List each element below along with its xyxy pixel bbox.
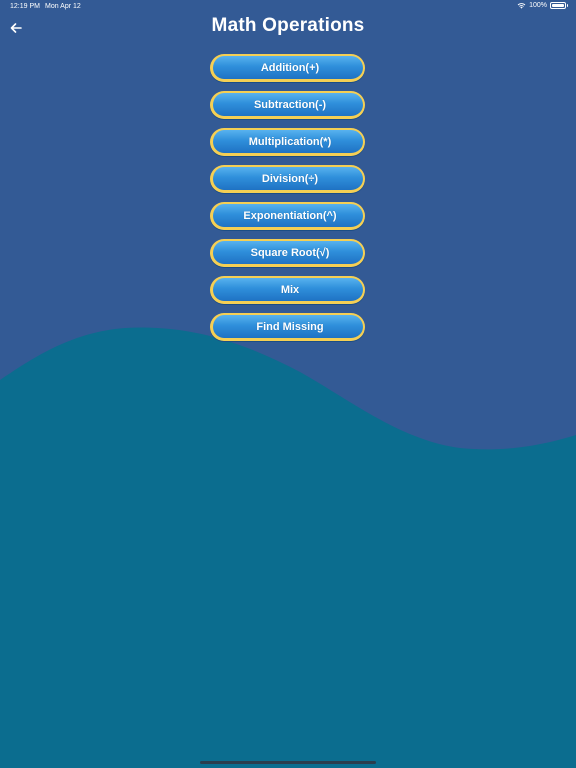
addition-button[interactable]: Addition(+) bbox=[210, 54, 365, 82]
square-root-label: Square Root(√) bbox=[250, 246, 330, 259]
home-indicator[interactable] bbox=[200, 761, 376, 764]
subtraction-button[interactable]: Subtraction(-) bbox=[210, 91, 365, 119]
status-bar: 12:19 PM Mon Apr 12 100% bbox=[0, 0, 576, 14]
exponentiation-button[interactable]: Exponentiation(^) bbox=[210, 202, 365, 230]
exponentiation-label: Exponentiation(^) bbox=[243, 209, 337, 222]
subtraction-label: Subtraction(-) bbox=[253, 98, 327, 111]
find-missing-label: Find Missing bbox=[256, 320, 324, 333]
status-date: Mon Apr 12 bbox=[45, 3, 81, 10]
app-screen: 12:19 PM Mon Apr 12 100% Math Operations… bbox=[0, 0, 576, 768]
page-title: Math Operations bbox=[211, 15, 365, 36]
status-indicators: 100% bbox=[517, 2, 568, 9]
find-missing-button[interactable]: Find Missing bbox=[210, 313, 365, 341]
division-button[interactable]: Division(÷) bbox=[210, 165, 365, 193]
multiplication-button[interactable]: Multiplication(*) bbox=[210, 128, 365, 156]
wifi-icon bbox=[517, 3, 526, 9]
mix-label: Mix bbox=[280, 283, 300, 296]
division-label: Division(÷) bbox=[261, 172, 319, 185]
mix-button[interactable]: Mix bbox=[210, 276, 365, 304]
battery-fill bbox=[552, 4, 564, 7]
battery-percent: 100% bbox=[529, 2, 547, 9]
square-root-button[interactable]: Square Root(√) bbox=[210, 239, 365, 267]
battery-icon bbox=[550, 2, 568, 9]
addition-label: Addition(+) bbox=[260, 61, 320, 74]
multiplication-label: Multiplication(*) bbox=[248, 135, 332, 148]
status-time: 12:19 PM bbox=[10, 3, 40, 10]
wave-shape bbox=[0, 327, 576, 768]
